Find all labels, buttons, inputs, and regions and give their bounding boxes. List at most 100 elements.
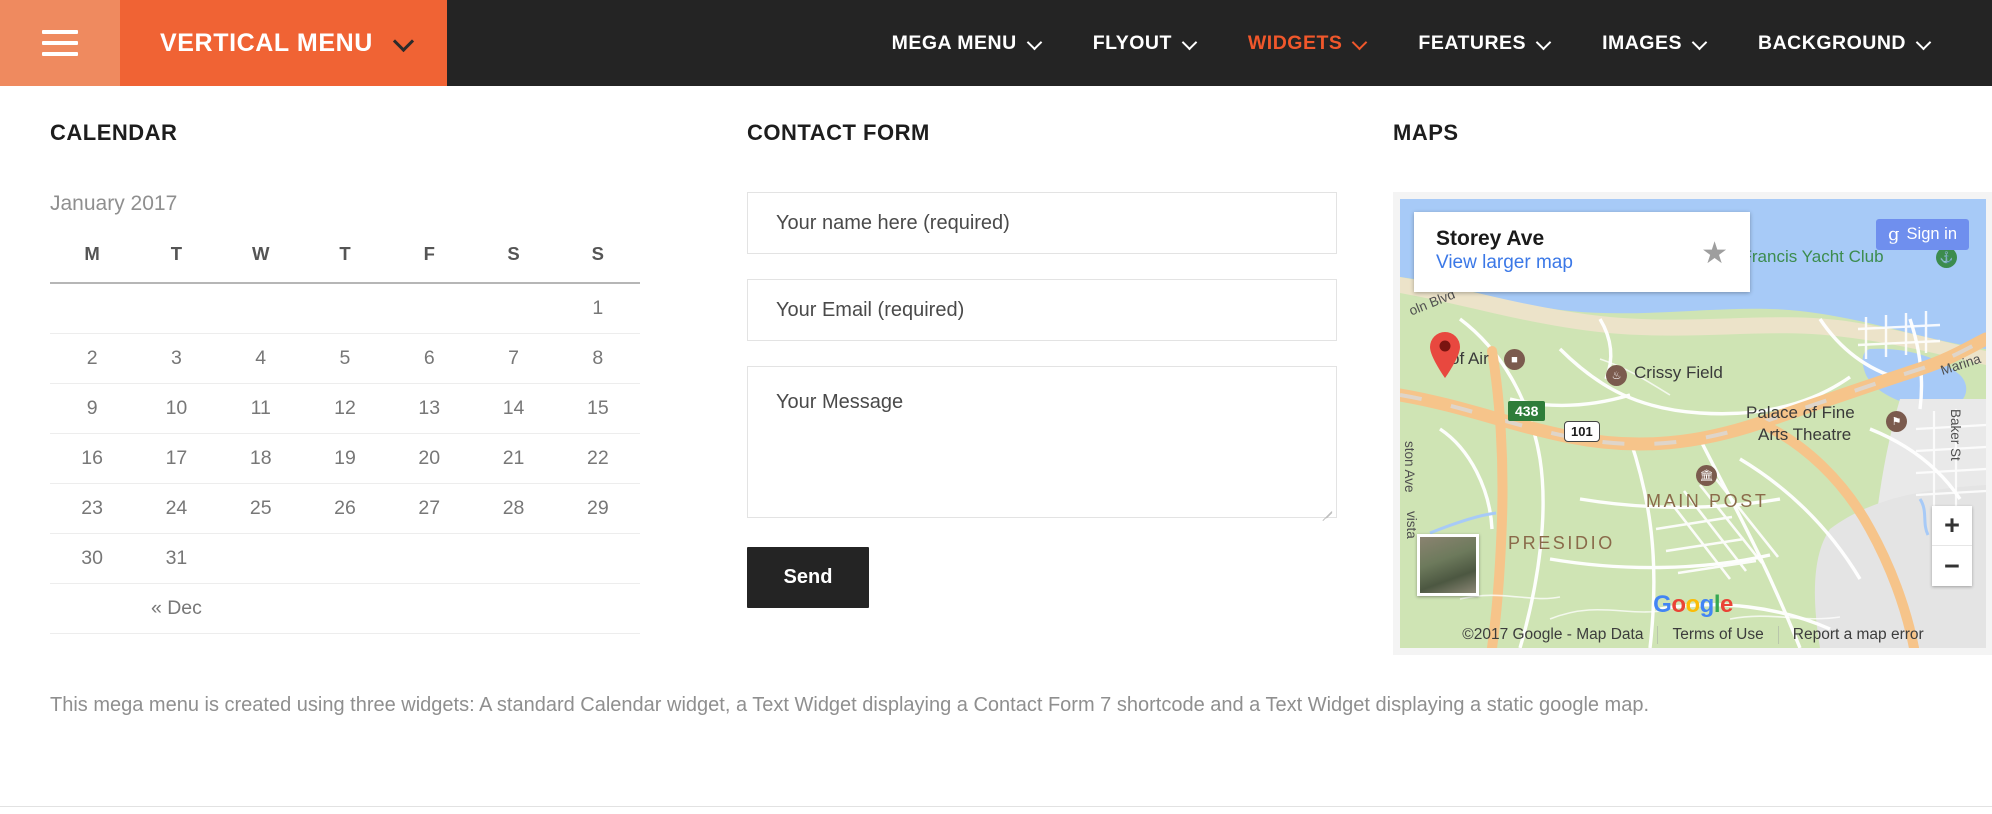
calendar-day[interactable]: 6 xyxy=(387,333,472,384)
calendar-day[interactable]: 19 xyxy=(302,433,388,484)
nav-item-label: FLYOUT xyxy=(1092,31,1172,54)
palace-poi-icon: ⚑ xyxy=(1886,411,1907,432)
calendar-weekday-row: M T W T F S S xyxy=(50,243,640,284)
museum-poi-icon: 🏛 xyxy=(1696,465,1717,486)
chevron-down-icon xyxy=(1917,37,1930,50)
calendar-day[interactable]: 30 xyxy=(50,533,135,584)
logo-letter: o xyxy=(1671,591,1686,618)
calendar-day[interactable]: 3 xyxy=(134,333,219,384)
calendar-day[interactable] xyxy=(387,283,472,334)
calendar-day[interactable]: 27 xyxy=(387,483,472,534)
calendar-day[interactable] xyxy=(134,283,219,334)
name-field[interactable]: Your name here (required) xyxy=(747,192,1337,254)
nav-item-mega-menu[interactable]: MEGA MENU xyxy=(866,0,1067,86)
calendar-widget-title: CALENDAR xyxy=(50,120,178,145)
mega-menu-description: This mega menu is created using three wi… xyxy=(50,694,1650,716)
vertical-menu-button[interactable]: VERTICAL MENU xyxy=(120,0,447,86)
terms-of-use-link[interactable]: Terms of Use xyxy=(1658,626,1779,644)
send-button[interactable]: Send xyxy=(747,547,869,608)
nav-item-background[interactable]: BACKGROUND xyxy=(1732,0,1956,86)
email-field[interactable]: Your Email (required) xyxy=(747,279,1337,341)
hamburger-menu-button[interactable] xyxy=(0,0,120,86)
calendar-weekday: T xyxy=(302,243,388,284)
calendar-day[interactable]: 10 xyxy=(134,383,219,434)
calendar-day[interactable]: 7 xyxy=(471,333,556,384)
calendar-day[interactable]: 8 xyxy=(555,333,640,384)
calendar-prev-month-link[interactable]: « Dec xyxy=(50,583,303,634)
calendar-day[interactable]: 14 xyxy=(471,383,556,434)
calendar-day[interactable]: 29 xyxy=(555,483,640,534)
calendar-caption: January 2017 xyxy=(50,192,178,215)
calendar-day[interactable] xyxy=(555,533,640,584)
nav-item-label: MEGA MENU xyxy=(891,31,1017,54)
map-attribution-bar: ©2017 Google - Map Data Terms of Use Rep… xyxy=(1400,622,1986,648)
calendar-day[interactable]: 13 xyxy=(387,383,472,434)
calendar-nav-row: « Dec xyxy=(50,583,640,634)
calendar-day[interactable] xyxy=(218,533,303,584)
calendar-day[interactable] xyxy=(387,533,472,584)
mega-menu-panel: CALENDAR January 2017 M T W T F S S 1 2 … xyxy=(0,86,1992,814)
calendar-day[interactable]: 22 xyxy=(555,433,640,484)
nav-item-images[interactable]: IMAGES xyxy=(1576,0,1732,86)
nav-item-label: WIDGETS xyxy=(1247,31,1343,54)
calendar-day[interactable]: 24 xyxy=(134,483,219,534)
calendar-day[interactable]: 21 xyxy=(471,433,556,484)
calendar-day[interactable]: 25 xyxy=(218,483,303,534)
calendar-body: 1 2 3 4 5 6 7 8 9 10 11 12 13 14 15 16 1… xyxy=(50,283,640,584)
calendar-widget: CALENDAR January 2017 M T W T F S S 1 2 … xyxy=(50,120,690,655)
calendar-day[interactable] xyxy=(50,283,135,334)
map-info-card: Storey Ave View larger map ★ xyxy=(1414,212,1750,292)
contact-form-widget-title: CONTACT FORM xyxy=(747,120,930,145)
resize-handle-icon[interactable] xyxy=(1319,500,1332,513)
calendar-day[interactable] xyxy=(471,533,556,584)
calendar-day[interactable]: 1 xyxy=(555,283,640,334)
calendar-day[interactable] xyxy=(302,283,388,334)
calendar-day[interactable]: 15 xyxy=(555,383,640,434)
calendar-day[interactable] xyxy=(218,283,303,334)
zoom-out-button[interactable]: − xyxy=(1932,546,1972,586)
calendar-day[interactable]: 2 xyxy=(50,333,135,384)
calendar-day[interactable]: 23 xyxy=(50,483,135,534)
calendar-day[interactable]: 4 xyxy=(218,333,303,384)
nav-item-widgets[interactable]: WIDGETS xyxy=(1222,0,1393,86)
report-map-error-link[interactable]: Report a map error xyxy=(1779,626,1938,644)
calendar-day[interactable]: 31 xyxy=(134,533,219,584)
message-field[interactable]: Your Message xyxy=(747,366,1337,518)
nav-item-features[interactable]: FEATURES xyxy=(1392,0,1576,86)
star-icon[interactable]: ★ xyxy=(1701,236,1728,271)
calendar-day[interactable]: 18 xyxy=(218,433,303,484)
chevron-down-icon xyxy=(395,34,413,52)
map-label-crissy-field: Crissy Field xyxy=(1634,363,1723,382)
map-label-main-post: MAIN POST xyxy=(1646,491,1769,511)
chevron-down-icon xyxy=(1537,37,1550,50)
calendar-day[interactable]: 16 xyxy=(50,433,135,484)
sign-in-button[interactable]: g Sign in xyxy=(1876,219,1969,250)
calendar-day[interactable] xyxy=(471,283,556,334)
calendar-weekday: S xyxy=(555,243,640,284)
map-label-palace-line2: Arts Theatre xyxy=(1758,425,1852,444)
google-g-icon: g xyxy=(1888,223,1900,245)
google-map[interactable]: St. Francis Yacht Club ⚓ ♨ Crissy Field … xyxy=(1400,199,1986,648)
calendar-day[interactable]: 11 xyxy=(218,383,303,434)
calendar-week-row: 16 17 18 19 20 21 22 xyxy=(50,433,640,484)
map-marker-pin[interactable] xyxy=(1428,331,1462,379)
nav-item-flyout[interactable]: FLYOUT xyxy=(1067,0,1222,86)
maps-widget: MAPS St. Francis Yacht Club ⚓ ♨ Crissy F… xyxy=(1330,120,1992,655)
calendar-week-row: 30 31 xyxy=(50,533,640,584)
calendar-day[interactable]: 17 xyxy=(134,433,219,484)
calendar-day[interactable]: 12 xyxy=(302,383,388,434)
calendar-day[interactable]: 20 xyxy=(387,433,472,484)
route-shield-438: 438 xyxy=(1508,401,1546,421)
crissy-field-poi-icon: ♨ xyxy=(1606,365,1627,386)
street-view-thumbnail[interactable] xyxy=(1417,534,1479,596)
calendar-day[interactable]: 28 xyxy=(471,483,556,534)
calendar-day[interactable]: 9 xyxy=(50,383,135,434)
calendar-day[interactable]: 26 xyxy=(302,483,388,534)
map-label-baker-st: Baker St xyxy=(1948,409,1963,461)
map-label-palace-line1: Palace of Fine xyxy=(1746,403,1855,422)
zoom-in-button[interactable]: + xyxy=(1932,506,1972,546)
map-frame: St. Francis Yacht Club ⚓ ♨ Crissy Field … xyxy=(1393,192,1992,655)
calendar-day[interactable] xyxy=(302,533,388,584)
calendar-day[interactable]: 5 xyxy=(302,333,388,384)
nav-item-label: FEATURES xyxy=(1418,31,1527,54)
